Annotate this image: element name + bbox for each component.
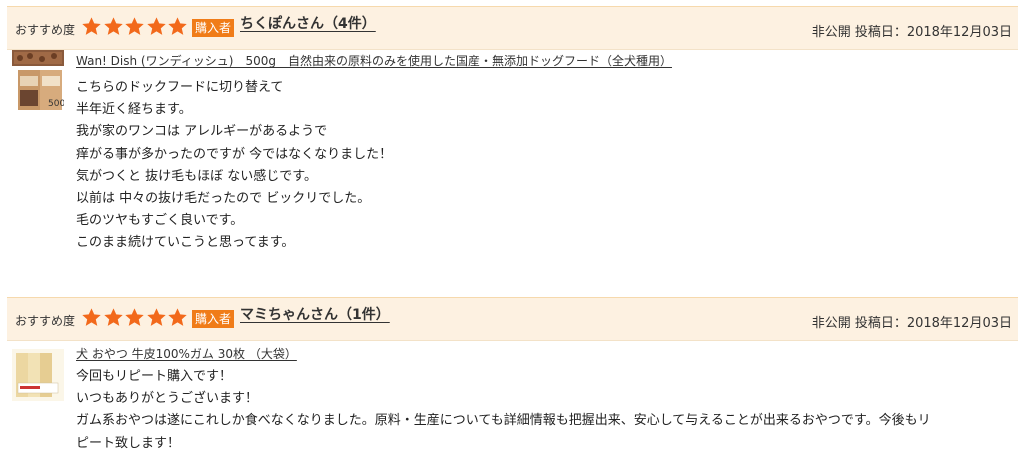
star-icon <box>168 308 187 326</box>
star-icon <box>82 308 101 326</box>
reviewer-link[interactable]: ちくぽんさん（4件） <box>240 13 376 33</box>
review-line: 以前は 中々の抜け毛だったので ビックリでした。 <box>76 191 371 207</box>
review-line: 半年近く経ちます。 <box>76 102 192 118</box>
review-line: ガム系おやつは遂にこれしか食べなくなりました。原料・生産についても詳細情報も把握… <box>76 413 931 429</box>
review-line: このまま続けていこうと思ってます。 <box>76 235 295 251</box>
star-icon <box>168 17 187 35</box>
star-icon <box>125 17 144 35</box>
star-icon <box>82 17 101 35</box>
svg-text:500g: 500g <box>48 99 64 109</box>
review-body: 今回もリピート購入です！ いつもありがとうございます！ ガム系おやつは遂にこれし… <box>76 366 931 455</box>
star-rating <box>81 307 189 329</box>
star-icon <box>146 308 166 326</box>
buyer-badge: 購入者 <box>192 310 235 328</box>
star-icon <box>103 308 123 326</box>
star-icon <box>146 17 166 35</box>
review-card-2: おすすめ度 購入者 マミちゃんさん（1件） 非公開 投稿日：2018年12月03… <box>7 297 1018 451</box>
product-image-chew[interactable] <box>12 349 64 401</box>
review-line: 我が家のワンコは アレルギーがあるようで <box>76 124 328 140</box>
buyer-badge: 購入者 <box>192 19 235 37</box>
post-date: 非公開 投稿日：2018年12月03日 <box>811 316 1012 331</box>
product-link[interactable]: 犬 おやつ 牛皮100%ガム 30枚 （大袋） <box>76 345 297 362</box>
reviewer-link[interactable]: マミちゃんさん（1件） <box>240 304 390 324</box>
review-card-1: おすすめ度 購入者 ちくぽんさん（4件） 非公開 投稿日：2018年12月03日… <box>7 6 1018 250</box>
review-line: いつもありがとうございます！ <box>76 391 259 407</box>
product-link[interactable]: Wan! Dish (ワンディッシュ) 500g 自然由来の原料のみを使用した国… <box>76 52 672 69</box>
review-line: こちらのドックフードに切り替えて <box>76 80 284 95</box>
review-header: おすすめ度 購入者 ちくぽんさん（4件） 非公開 投稿日：2018年12月03日 <box>7 6 1018 50</box>
review-header: おすすめ度 購入者 マミちゃんさん（1件） 非公開 投稿日：2018年12月03… <box>7 297 1018 341</box>
product-image-dogfood[interactable]: 500g <box>12 50 71 122</box>
recommend-label: おすすめ度 <box>15 314 76 328</box>
review-line: 痒がる事が多かったのですが 今ではなくなりました！ <box>76 146 393 162</box>
review-line: 毛のツヤもすごく良いです。 <box>76 213 244 229</box>
star-icon <box>103 17 123 35</box>
recommend-label: おすすめ度 <box>15 23 76 37</box>
review-line: 気がつくと 抜け毛もほぼ ない感じです。 <box>76 168 317 184</box>
post-date: 非公開 投稿日：2018年12月03日 <box>811 25 1012 40</box>
review-body: こちらのドックフードに切り替えて 半年近く経ちます。 我が家のワンコは アレルギ… <box>76 77 392 255</box>
review-line: ピート致します！ <box>76 435 181 451</box>
star-icon <box>125 308 144 326</box>
review-line: 今回もリピート購入です！ <box>76 369 233 384</box>
star-rating <box>81 16 189 38</box>
